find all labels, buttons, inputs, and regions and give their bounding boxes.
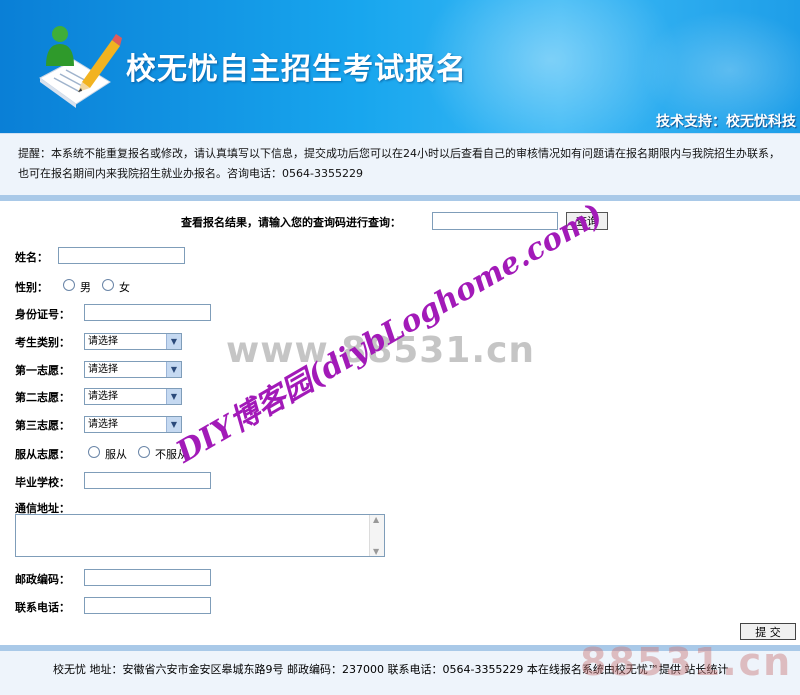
gender-female-radio[interactable] — [102, 279, 114, 291]
notice-text: 提醒：本系统不能重复报名或修改，请认真填写以下信息，提交成功后您可以在24小时以… — [18, 147, 780, 180]
choice3-select-value: 请选择 — [88, 419, 118, 430]
registration-logo-icon — [39, 26, 122, 108]
divider-bar — [0, 195, 800, 201]
gender-label: 性别： — [15, 281, 48, 294]
phone-label: 联系电话： — [15, 601, 70, 614]
choice1-select-value: 请选择 — [88, 364, 118, 375]
chevron-down-icon[interactable]: ▼ — [166, 389, 181, 404]
choice2-select-value: 请选择 — [88, 391, 118, 402]
chevron-down-icon[interactable]: ▼ — [166, 362, 181, 377]
name-label: 姓名： — [15, 251, 48, 264]
notice-panel: 提醒：本系统不能重复报名或修改，请认真填写以下信息，提交成功后您可以在24小时以… — [0, 133, 800, 196]
choice1-label: 第一志愿： — [15, 364, 70, 377]
phone-input[interactable] — [84, 597, 211, 614]
tech-support-label: 技术支持：校无忧科技 — [656, 114, 796, 130]
id-number-label: 身份证号： — [15, 308, 70, 321]
gender-female-label: 女 — [119, 281, 130, 294]
school-label: 毕业学校： — [15, 476, 70, 489]
school-input[interactable] — [84, 472, 211, 489]
choice2-select[interactable]: 请选择 ▼ — [84, 388, 182, 405]
obey-no-radio[interactable] — [138, 446, 150, 458]
gender-male-radio[interactable] — [63, 279, 75, 291]
watermark-footer-url: 88531.cn — [580, 640, 793, 684]
submit-button[interactable]: 提 交 — [740, 623, 796, 640]
choice3-label: 第三志愿： — [15, 419, 70, 432]
choice3-select[interactable]: 请选择 ▼ — [84, 416, 182, 433]
address-textarea[interactable]: ▲ ▼ — [15, 514, 385, 557]
query-label: 查看报名结果，请输入您的查询码进行查询： — [181, 216, 401, 229]
chevron-down-icon[interactable]: ▼ — [166, 334, 181, 349]
category-label: 考生类别： — [15, 336, 70, 349]
textarea-scrollbar[interactable]: ▲ ▼ — [369, 515, 384, 556]
gender-male-label: 男 — [80, 281, 91, 294]
obey-yes-label: 服从 — [105, 448, 127, 461]
scroll-down-icon[interactable]: ▼ — [373, 547, 379, 556]
site-title: 校无忧自主招生考试报名 — [126, 52, 467, 87]
postcode-input[interactable] — [84, 569, 211, 586]
choice2-label: 第二志愿： — [15, 391, 70, 404]
query-row: 查看报名结果，请输入您的查询码进行查询： 查询 — [0, 210, 800, 234]
obey-label: 服从志愿： — [15, 448, 70, 461]
category-select[interactable]: 请选择 ▼ — [84, 333, 182, 350]
category-select-value: 请选择 — [88, 336, 118, 347]
obey-yes-radio[interactable] — [88, 446, 100, 458]
id-number-input[interactable] — [84, 304, 211, 321]
scroll-up-icon[interactable]: ▲ — [373, 515, 379, 524]
name-input[interactable] — [58, 247, 185, 264]
postcode-label: 邮政编码： — [15, 573, 70, 586]
header-banner: 校无忧自主招生考试报名 技术支持：校无忧科技 — [0, 0, 800, 133]
choice1-select[interactable]: 请选择 ▼ — [84, 361, 182, 378]
